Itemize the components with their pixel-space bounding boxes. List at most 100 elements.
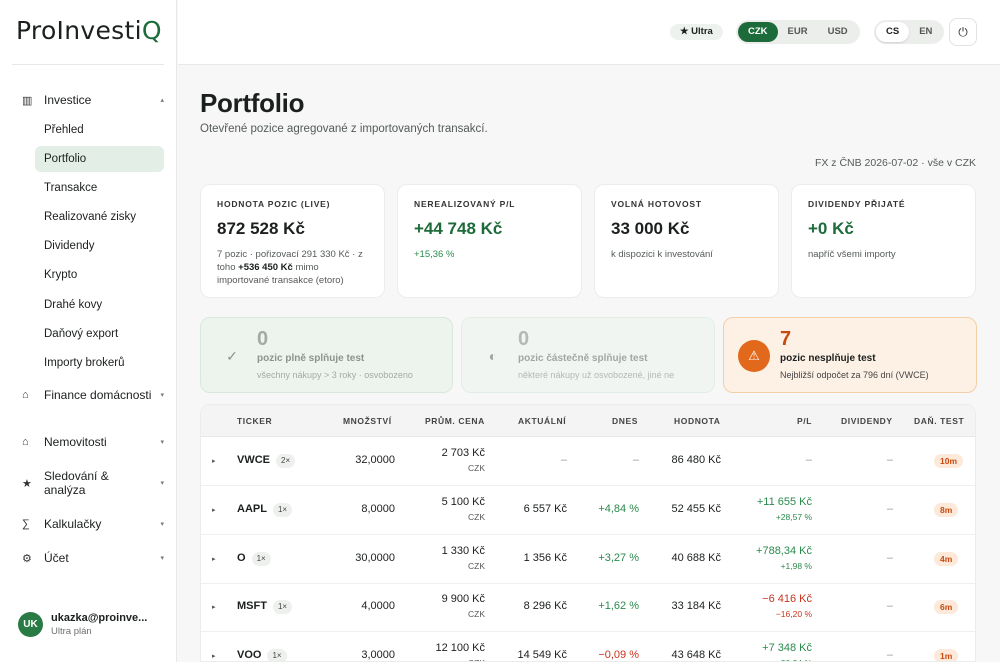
sidebar-item-realizovane-zisky[interactable]: Realizované zisky	[35, 204, 164, 230]
current-price: 1 356 Kč	[523, 552, 567, 564]
sidebar-item-dividendy[interactable]: Dividendy	[35, 233, 164, 259]
user-plan: Ultra plán	[51, 626, 92, 637]
header-ticker[interactable]: TICKER	[237, 416, 272, 426]
expand-caret-icon[interactable]: ▸	[212, 652, 216, 660]
header-quantity[interactable]: MNOŽSTVÍ	[343, 416, 392, 426]
nav-group-sledovani-analyza[interactable]: ★ Sledování & analýza ▾	[14, 469, 164, 497]
nav-group-label: Sledování & analýza	[44, 469, 109, 497]
current-price: 6 557 Kč	[523, 503, 567, 515]
dividends: –	[886, 649, 893, 661]
avg-price: 9 900 Kč	[441, 593, 485, 605]
today-change: +3,27 %	[598, 552, 639, 564]
nav-group-label: Investice	[44, 93, 92, 107]
sidebar-item-drahe-kovy[interactable]: Drahé kovy	[35, 292, 164, 318]
header-current[interactable]: AKTUÁLNÍ	[518, 416, 566, 426]
ticker: VWCE	[237, 454, 270, 466]
half-circle-icon: ◐	[488, 348, 498, 364]
tax-test-fail[interactable]: ⚠ 7 pozic nesplňuje test Nejbližší odpoč…	[723, 317, 977, 393]
dividends: –	[886, 600, 893, 612]
tax-test-full[interactable]: ✓ 0 pozic plně splňuje test všechny náku…	[200, 317, 453, 393]
card-unrealized-pl: NEREALIZOVANÝ P/L +44 748 Kč +15,36 %	[397, 184, 582, 298]
chart-icon: ▥	[22, 94, 33, 107]
currency-usd[interactable]: USD	[818, 22, 858, 42]
tax-test-cell: 1m	[934, 649, 959, 661]
header-value[interactable]: HODNOTA	[674, 416, 721, 426]
language-switcher: CS EN	[874, 20, 945, 44]
header-today[interactable]: DNES	[612, 416, 638, 426]
card-key: HODNOTA POZIC (LIVE)	[217, 199, 331, 209]
tax-test-partial[interactable]: ◐ 0 pozic částečně splňuje test některé …	[461, 317, 715, 393]
expand-caret-icon[interactable]: ▸	[212, 555, 216, 563]
table-row[interactable]: ▸ MSFT 1× 4,0000 9 900 Kč CZK 8 296 Kč +1,62 % 3…	[201, 583, 975, 632]
dividends: –	[886, 552, 893, 564]
header-pl[interactable]: P/L	[797, 416, 812, 426]
table-row[interactable]: ▸ AAPL 1× 8,0000 5 100 Kč CZK 6 557 Kč +4,84 % 5…	[201, 486, 975, 535]
home-icon: ⌂	[22, 389, 29, 401]
test-desc: všechny nákupy > 3 roky · osvobozeno	[257, 370, 413, 380]
header-avg-price[interactable]: PRŮM. CENA	[425, 416, 485, 426]
expand-caret-icon[interactable]: ▸	[212, 457, 216, 465]
nav-group-kalkulacky[interactable]: ∑ Kalkulačky ▾	[14, 517, 164, 531]
expand-caret-icon[interactable]: ▸	[212, 506, 216, 514]
position-value: 43 648 Kč	[671, 649, 721, 661]
ticker-cell: AAPL 1×	[237, 503, 293, 517]
avg-price: 12 100 Kč	[435, 642, 485, 654]
current-price: –	[560, 454, 567, 466]
dividends: –	[886, 454, 893, 466]
sidebar-item-prehled[interactable]: Přehled	[35, 117, 164, 143]
table-row[interactable]: ▸ VOO 1× 3,0000 12 100 Kč CZK 14 549 Kč −0,09 %…	[201, 632, 975, 661]
card-sub-highlight: +536 450 Kč	[238, 262, 293, 273]
today-change: −0,09 %	[598, 649, 639, 661]
today-change: +4,84 %	[598, 503, 639, 515]
user-email: ukazka@proinve...	[51, 612, 148, 624]
avg-price-currency: CZK	[468, 561, 485, 571]
sidebar-item-importy-brokeru[interactable]: Importy brokerů	[35, 350, 164, 376]
nav-group-nemovitosti[interactable]: ⌂ Nemovitosti ▾	[14, 435, 164, 449]
header-tax-test[interactable]: DAŇ. TEST	[914, 416, 964, 426]
chevron-down-icon: ▾	[160, 521, 164, 528]
card-value: 872 528 Kč	[217, 219, 305, 238]
currency-czk[interactable]: CZK	[738, 22, 778, 42]
sidebar-item-danovy-export[interactable]: Daňový export	[35, 321, 164, 347]
user-profile[interactable]: UK ukazka@proinve... Ultra plán	[18, 612, 147, 637]
currency-eur[interactable]: EUR	[778, 22, 818, 42]
nav-group-finance-domacnosti[interactable]: ⌂ Finance domácnosti ▾	[14, 388, 164, 402]
sidebar-item-portfolio[interactable]: Portfolio	[35, 146, 164, 172]
sigma-icon: ∑	[22, 518, 30, 530]
table-row[interactable]: ▸ O 1× 30,0000 1 330 Kč CZK 1 356 Kč +3,27 % 40 …	[201, 535, 975, 584]
pl-amount: +788,34 Kč	[756, 545, 812, 557]
card-free-cash: VOLNÁ HOTOVOST 33 000 Kč k dispozici k i…	[594, 184, 779, 298]
purchase-count-badge: 1×	[272, 600, 293, 614]
test-label: pozic nesplňuje test	[780, 353, 876, 364]
card-value: +0 Kč	[808, 219, 854, 238]
test-label: pozic plně splňuje test	[257, 353, 365, 364]
table-row[interactable]: ▸ VWCE 2× 32,0000 2 703 Kč CZK – – 86 480 Kč – – 10…	[201, 437, 975, 486]
nav-group-ucet[interactable]: ⚙ Účet ▾	[14, 551, 164, 565]
sidebar-item-krypto[interactable]: Krypto	[35, 262, 164, 288]
language-en[interactable]: EN	[909, 22, 942, 42]
power-icon[interactable]: ⏻	[949, 18, 977, 46]
quantity: 8,0000	[361, 503, 395, 515]
pl-percent: +20,24 %	[776, 658, 812, 661]
expand-caret-icon[interactable]: ▸	[212, 603, 216, 611]
avg-price-currency: CZK	[468, 609, 485, 619]
nav-group-investice[interactable]: ▥ Investice ▴	[14, 93, 164, 107]
language-cs[interactable]: CS	[876, 22, 910, 42]
card-dividends: DIVIDENDY PŘIJATÉ +0 Kč napříč všemi imp…	[791, 184, 976, 298]
nav-group-label: Finance domácnosti	[44, 388, 152, 402]
avatar: UK	[18, 612, 43, 637]
today-change: –	[632, 454, 639, 466]
fx-note: FX z ČNB 2026-07-02 · vše v CZK	[814, 157, 976, 169]
chevron-down-icon: ▾	[160, 555, 164, 562]
sidebar-item-transakce[interactable]: Transakce	[35, 175, 164, 201]
building-icon: ⌂	[22, 436, 29, 448]
ticker-cell: VOO 1×	[237, 649, 287, 661]
card-key: VOLNÁ HOTOVOST	[611, 199, 702, 209]
quantity: 32,0000	[355, 454, 395, 466]
dividends: –	[886, 503, 893, 515]
pl-percent: +28,57 %	[775, 512, 812, 522]
header-dividends[interactable]: DIVIDENDY	[841, 416, 893, 426]
test-desc: některé nákupy už osvobozené, jiné ne	[518, 370, 675, 380]
card-sub: +15,36 %	[414, 249, 455, 260]
app-logo[interactable]: ProInvestiQ	[16, 16, 162, 45]
